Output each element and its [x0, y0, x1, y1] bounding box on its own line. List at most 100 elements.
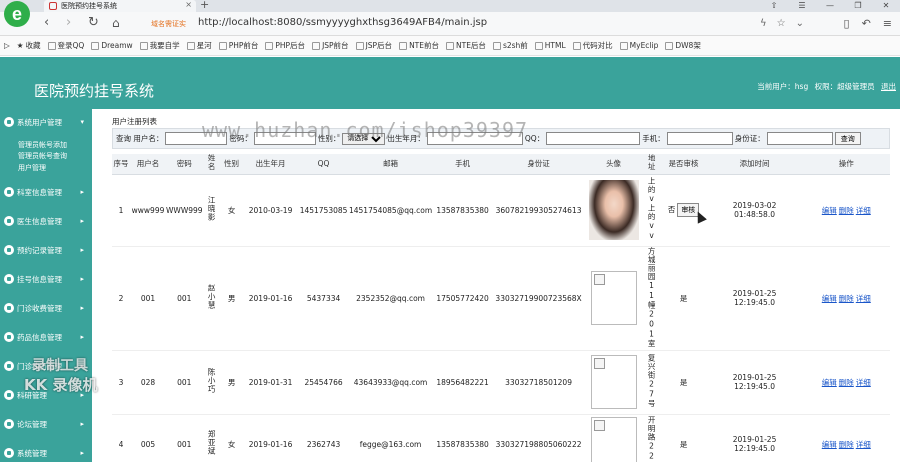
dropdown-chevron-icon[interactable]: ⌄ [796, 18, 804, 29]
browser-tab[interactable]: 医院预约挂号系统 × [44, 0, 196, 12]
chevron-right-icon: ▸ [80, 217, 84, 225]
menu-bullet-icon [4, 187, 14, 197]
tab-close-icon[interactable]: × [185, 0, 192, 9]
table-row: 1 www999 WWW999 江晓影 女 2010-03-19 1451753… [112, 174, 890, 247]
cell-email: fegge@163.com [348, 414, 433, 462]
cell-name: 江晓影 [202, 174, 221, 247]
cell-idcard: 330327199007235​68X [492, 246, 585, 351]
bookmark-item[interactable]: DW8架 [665, 40, 701, 51]
reload-icon[interactable]: ↻ [88, 16, 99, 30]
sidebar-item-clinic-fee[interactable]: 门诊收费管理 ▸ [4, 302, 88, 314]
menu-bullet-icon [4, 448, 14, 458]
edit-link[interactable]: 编辑 [822, 294, 837, 303]
favorite-star-icon[interactable]: ☆ [777, 18, 786, 29]
cell-phone: 13587835380 [432, 414, 493, 462]
cell-phone: 18956482221 [432, 350, 493, 415]
bookmark-icon [47, 41, 56, 50]
more-menu-icon[interactable]: ≡ [883, 17, 892, 30]
bookmark-item[interactable]: PHP后台 [265, 40, 305, 51]
chevron-right-icon: ▸ [80, 188, 84, 196]
watermark-recorder-name: KK 录像机 [24, 376, 98, 394]
sidebar: 系统用户管理 ▾ 管理员帐号添加 管理员帐号查询 用户管理 科室信息管理 ▸ 医生信… [0, 109, 92, 462]
broken-image-icon [590, 417, 637, 462]
chevron-right-icon: ▸ [80, 449, 84, 457]
bookmark-item[interactable]: HTML [534, 41, 566, 50]
bookmark-item[interactable]: s2sh前 [492, 40, 528, 51]
bookmark-item[interactable]: NTE后台 [446, 40, 486, 51]
bookmark-item[interactable]: JSP后台 [355, 40, 392, 51]
delete-link[interactable]: 删除 [839, 440, 854, 449]
bookmark-favorites[interactable]: ★ 收藏 [17, 40, 41, 51]
sidebar-subitem-user-manage[interactable]: 用户管理 [18, 163, 46, 173]
detail-link[interactable]: 详细 [856, 440, 871, 449]
bookmark-item[interactable]: 登录QQ [47, 40, 84, 51]
sidebar-item-forum[interactable]: 论坛管理 ▸ [4, 418, 88, 430]
delete-link[interactable]: 删除 [839, 294, 854, 303]
close-window-icon[interactable]: ✕ [872, 0, 900, 12]
maximize-icon[interactable]: ❐ [844, 0, 872, 12]
bookmark-item[interactable]: JSP前台 [312, 40, 349, 51]
new-tab-icon[interactable]: + [200, 0, 209, 11]
cell-birth: 2019-01-16 [242, 246, 299, 351]
pin-icon[interactable]: ⇧ [760, 0, 788, 12]
menu-bullet-icon [4, 303, 14, 313]
bookmark-item[interactable]: 星河 [186, 40, 212, 51]
col-audit: 是否审核 [660, 154, 707, 175]
minimize-icon[interactable]: — [816, 0, 844, 12]
sidebar-item-system-users[interactable]: 系统用户管理 ▾ [4, 116, 88, 128]
detail-link[interactable]: 详细 [856, 294, 871, 303]
cell-photo [584, 414, 643, 462]
sidebar-subitem-admin-add[interactable]: 管理员帐号添加 [18, 140, 67, 150]
delete-link[interactable]: 删除 [839, 378, 854, 387]
url-input[interactable]: http://localhost:8080/ssmyyyyghxthsg3649… [198, 17, 487, 28]
col-email: 邮箱 [348, 154, 433, 175]
cell-address: 上的v上的vv [642, 174, 661, 247]
user-info: 当前用户：hsg 权限：超级管理员 退出 [753, 81, 896, 92]
undo-icon[interactable]: ↶ [862, 17, 871, 30]
menu-bullet-icon [4, 419, 14, 429]
home-icon[interactable]: ⌂ [112, 16, 120, 30]
edit-link[interactable]: 编辑 [822, 206, 837, 215]
delete-link[interactable]: 删除 [839, 206, 854, 215]
qq-input[interactable] [546, 132, 641, 145]
cell-phone: 13587835380 [432, 174, 493, 247]
bookmark-item[interactable]: NTE前台 [399, 40, 439, 51]
edit-link[interactable]: 编辑 [822, 440, 837, 449]
detail-link[interactable]: 详细 [856, 378, 871, 387]
chevron-right-icon: ▸ [80, 304, 84, 312]
back-icon[interactable]: ‹ [44, 16, 49, 30]
cell-qq: 2362743 [298, 414, 349, 462]
sidebar-item-department[interactable]: 科室信息管理 ▸ [4, 186, 88, 198]
sidebar-item-registration[interactable]: 挂号信息管理 ▸ [4, 273, 88, 285]
bookmark-item[interactable]: Dreamw [91, 41, 133, 50]
sidebar-subitem-admin-query[interactable]: 管理员帐号查询 [18, 151, 67, 161]
sidebar-toggle-icon[interactable]: ▷ [4, 41, 10, 50]
idcard-input[interactable] [766, 132, 833, 145]
table-row: 4 005 001 郑亚斌 女 2019-01-16 2362743 fegge… [112, 414, 890, 462]
lightning-icon[interactable]: ϟ [760, 18, 767, 29]
col-idcard: 身份证 [492, 154, 585, 175]
sidebar-item-appointment[interactable]: 预约记录管理 ▸ [4, 244, 88, 256]
bookmark-item[interactable]: MyEclip [619, 41, 658, 50]
bookmark-item[interactable]: PHP前台 [218, 40, 258, 51]
edit-link[interactable]: 编辑 [822, 378, 837, 387]
bookmark-item[interactable]: 代码对比 [572, 40, 613, 51]
phone-input[interactable] [666, 132, 733, 145]
cell-password: 001 [166, 350, 203, 415]
bookmark-item[interactable]: 我要自学 [139, 40, 180, 51]
forward-icon[interactable]: › [66, 16, 71, 30]
menu-icon[interactable]: ☰ [788, 0, 816, 12]
sidebar-item-system[interactable]: 系统管理 ▸ [4, 447, 88, 459]
col-address: 地址 [642, 154, 661, 175]
bookmark-icon [355, 41, 364, 50]
detail-link[interactable]: 详细 [856, 206, 871, 215]
sidebar-item-doctor[interactable]: 医生信息管理 ▸ [4, 215, 88, 227]
cell-photo [584, 174, 643, 247]
search-button[interactable]: 查询 [834, 132, 861, 145]
reading-mode-icon[interactable]: ▯ [844, 17, 850, 30]
cell-no: 3 [112, 350, 130, 415]
cell-added: 2019-01-25 12:19:45.0 [706, 246, 803, 351]
bookmark-icon [218, 41, 227, 50]
logout-link[interactable]: 退出 [881, 82, 896, 91]
sidebar-item-medicine[interactable]: 药品信息管理 ▸ [4, 331, 88, 343]
